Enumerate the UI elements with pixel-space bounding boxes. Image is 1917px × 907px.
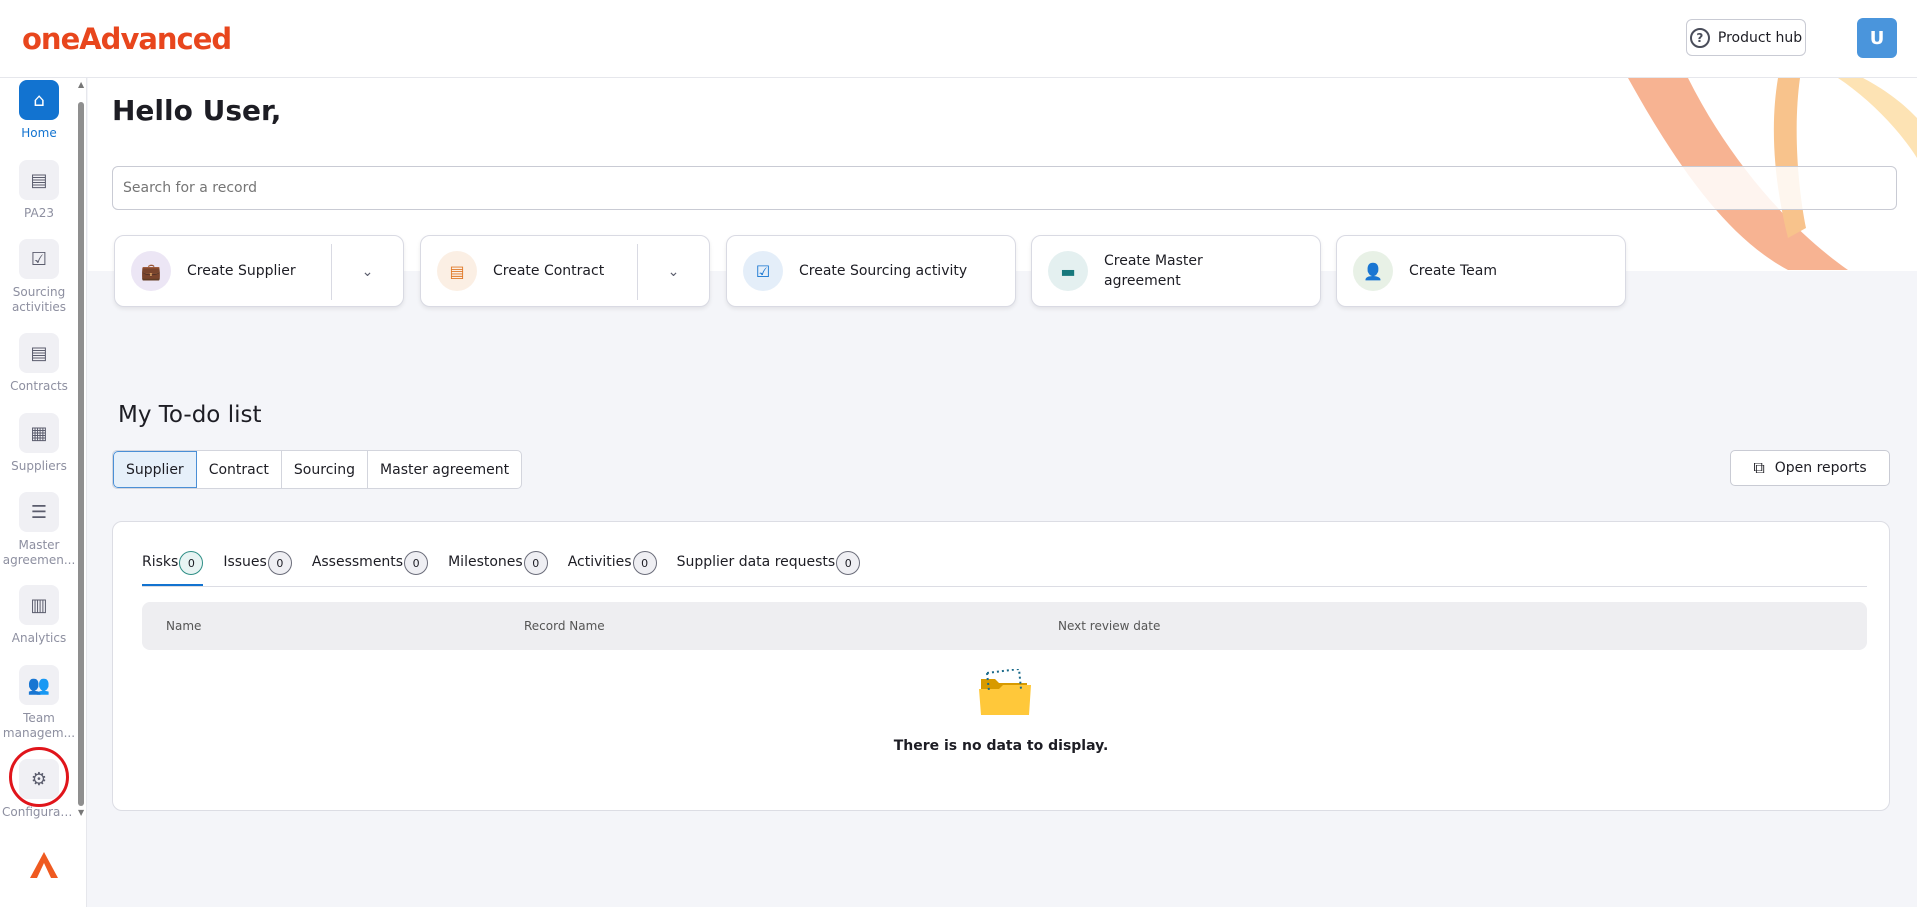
advanced-a-logo — [30, 852, 58, 878]
count-badge: 0 — [404, 551, 429, 575]
tab-supplier-data-requests[interactable]: Supplier data requests 0 — [677, 551, 861, 587]
avatar[interactable]: U — [1857, 18, 1897, 58]
chevron-down-icon[interactable]: ⌄ — [637, 244, 709, 300]
help-icon: ? — [1689, 27, 1710, 48]
page-title: Hello User, — [112, 94, 282, 127]
briefcase-icon: 💼 — [131, 251, 171, 291]
empty-state-text: There is no data to display. — [893, 738, 1109, 754]
tab-milestones[interactable]: Milestones 0 — [448, 551, 548, 587]
todo-card: Risks 0 Issues 0 Assessments 0 Milestones 0 … — [112, 521, 1890, 811]
table-header: Name Record Name Next review date — [142, 602, 1867, 650]
count-badge: 0 — [179, 551, 204, 575]
sidebar-item-sourcing[interactable]: ☑ Sourcing activities — [0, 239, 78, 315]
column-next-review-date[interactable]: Next review date — [1058, 619, 1160, 633]
empty-folder-icon — [979, 669, 1031, 715]
sidebar-item-team-management[interactable]: 👥 Team managem... — [0, 665, 78, 741]
document-icon: ▤ — [437, 251, 477, 291]
folder-icon: ▬ — [1048, 251, 1088, 291]
highlight-circle — [9, 747, 69, 807]
sidebar-item-analytics[interactable]: ▥ Analytics — [0, 585, 78, 646]
create-sourcing-activity-button[interactable]: ☑ Create Sourcing activity — [726, 235, 1016, 307]
todo-tabs: Supplier Contract Sourcing Master agreem… — [112, 450, 523, 489]
tab-issues[interactable]: Issues 0 — [223, 551, 292, 587]
tab-master-agreement[interactable]: Master agreement — [368, 451, 521, 488]
external-link-icon: ⧉ — [1753, 458, 1765, 477]
sidebar-item-suppliers[interactable]: ▦ Suppliers — [0, 413, 78, 474]
home-icon: ⌂ — [19, 80, 59, 120]
tab-risks[interactable]: Risks 0 — [142, 551, 204, 587]
checklist-icon: ☑ — [19, 239, 59, 279]
tab-supplier[interactable]: Supplier — [113, 451, 197, 488]
inner-tabs: Risks 0 Issues 0 Assessments 0 Milestones 0 … — [142, 551, 861, 587]
create-supplier-button[interactable]: 💼 Create Supplier ⌄ — [114, 235, 404, 307]
count-badge: 0 — [523, 551, 548, 575]
tab-assessments[interactable]: Assessments 0 — [312, 551, 429, 587]
create-master-agreement-button[interactable]: ▬ Create Master agreement — [1031, 235, 1321, 307]
product-hub-button[interactable]: ? Product hub — [1686, 19, 1806, 56]
create-contract-button[interactable]: ▤ Create Contract ⌄ — [420, 235, 710, 307]
checklist-icon: ☑ — [743, 251, 783, 291]
column-record-name[interactable]: Record Name — [524, 619, 605, 633]
create-team-button[interactable]: 👤 Create Team — [1336, 235, 1626, 307]
scroll-up-icon[interactable]: ▲ — [78, 80, 84, 89]
tab-activities[interactable]: Activities 0 — [568, 551, 657, 587]
todo-title: My To-do list — [118, 402, 262, 428]
sidebar-item-contracts[interactable]: ▤ Contracts — [0, 333, 78, 394]
document-icon: ▤ — [19, 160, 59, 200]
tab-contract[interactable]: Contract — [197, 451, 282, 488]
bar-chart-icon: ▥ — [19, 585, 59, 625]
divider — [142, 586, 1867, 587]
store-icon: ▦ — [19, 413, 59, 453]
count-badge: 0 — [836, 551, 861, 575]
column-name[interactable]: Name — [166, 619, 201, 633]
people-icon: 👥 — [19, 665, 59, 705]
add-person-icon: 👤 — [1353, 251, 1393, 291]
agreement-icon: ☰ — [19, 492, 59, 532]
count-badge: 0 — [267, 551, 292, 575]
sidebar: ▲ ▼ ⌂ Home ▤ PA23 ☑ Sourcing activities ▤ Co… — [0, 78, 87, 907]
sidebar-item-pa23[interactable]: ▤ PA23 — [0, 160, 78, 221]
tab-sourcing[interactable]: Sourcing — [282, 451, 369, 488]
sidebar-item-home[interactable]: ⌂ Home — [0, 80, 78, 141]
document-icon: ▤ — [19, 333, 59, 373]
count-badge: 0 — [632, 551, 657, 575]
scroll-down-icon[interactable]: ▼ — [78, 808, 84, 817]
open-reports-button[interactable]: ⧉ Open reports — [1730, 450, 1890, 486]
search-input[interactable] — [112, 166, 1897, 210]
oneadvanced-logo[interactable]: oneAdvanced — [22, 22, 232, 56]
sidebar-scrollbar[interactable] — [78, 102, 84, 806]
chevron-down-icon[interactable]: ⌄ — [331, 244, 403, 300]
top-header: oneAdvanced ? Product hub U — [0, 0, 1917, 78]
sidebar-item-master-agreements[interactable]: ☰ Master agreemen... — [0, 492, 78, 568]
